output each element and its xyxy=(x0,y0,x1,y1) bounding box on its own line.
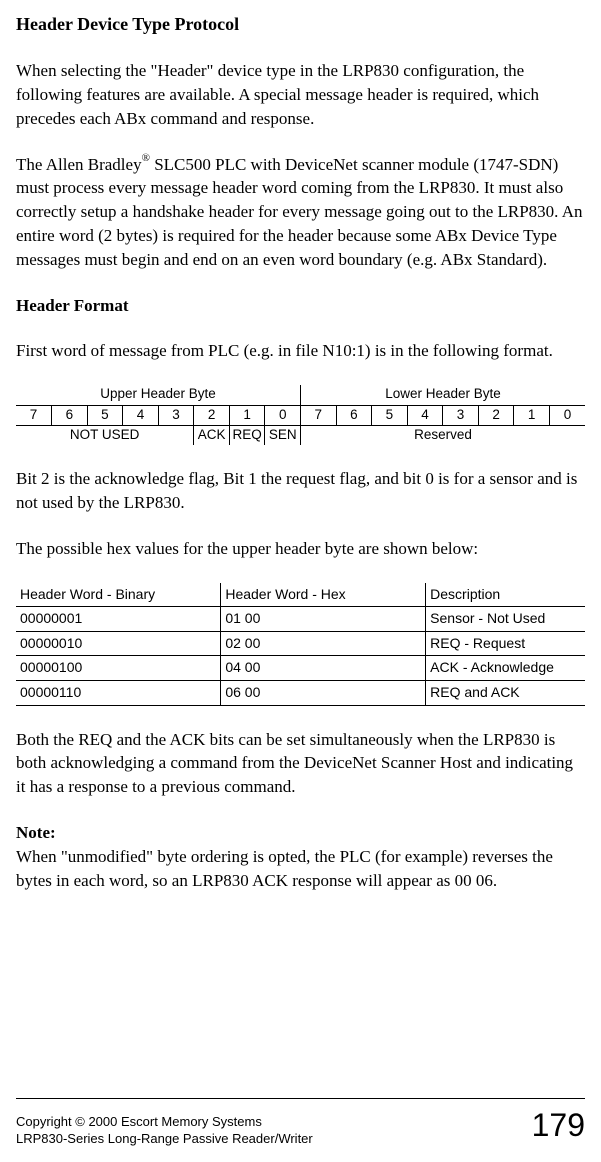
bit-layout-table: Upper Header Byte Lower Header Byte 7 6 … xyxy=(16,385,585,445)
bit-cell: 2 xyxy=(478,405,514,425)
table-row: 7 6 5 4 3 2 1 0 7 6 5 4 3 2 1 0 xyxy=(16,405,585,425)
lower-header-byte-label: Lower Header Byte xyxy=(301,385,586,405)
bit-cell: 3 xyxy=(158,405,194,425)
bit-cell: 4 xyxy=(407,405,443,425)
copyright-line: Copyright © 2000 Escort Memory Systems xyxy=(16,1113,313,1131)
cell-binary: 00000110 xyxy=(16,680,221,705)
paragraph-intro: When selecting the "Header" device type … xyxy=(16,59,585,130)
bit-cell: 5 xyxy=(372,405,408,425)
cell-hex: 04 00 xyxy=(221,656,426,681)
cell-binary: 00000010 xyxy=(16,631,221,656)
cell-description: ACK - Acknowledge xyxy=(426,656,585,681)
cell-binary: 00000001 xyxy=(16,607,221,632)
paragraph-first-word: First word of message from PLC (e.g. in … xyxy=(16,339,585,363)
table-row: NOT USED ACK REQ SEN Reserved xyxy=(16,425,585,445)
table-row: 00000110 06 00 REQ and ACK xyxy=(16,680,585,705)
bit-cell: 6 xyxy=(52,405,88,425)
cell-hex: 06 00 xyxy=(221,680,426,705)
para2-part-a: The Allen Bradley xyxy=(16,155,142,174)
cell-binary: 00000100 xyxy=(16,656,221,681)
bit-cell: 5 xyxy=(87,405,123,425)
table-row: 00000010 02 00 REQ - Request xyxy=(16,631,585,656)
paragraph-hex-intro: The possible hex values for the upper he… xyxy=(16,537,585,561)
hex-values-table: Header Word - Binary Header Word - Hex D… xyxy=(16,583,585,706)
bit-cell: 6 xyxy=(336,405,372,425)
paragraph-bit-description: Bit 2 is the acknowledge flag, Bit 1 the… xyxy=(16,467,585,515)
sen-label: SEN xyxy=(265,425,301,445)
column-header-binary: Header Word - Binary xyxy=(16,583,221,607)
bit-cell: 1 xyxy=(514,405,550,425)
bit-cell: 4 xyxy=(123,405,159,425)
cell-description: REQ - Request xyxy=(426,631,585,656)
cell-description: Sensor - Not Used xyxy=(426,607,585,632)
bit-cell: 7 xyxy=(301,405,337,425)
cell-hex: 01 00 xyxy=(221,607,426,632)
table-row: Header Word - Binary Header Word - Hex D… xyxy=(16,583,585,607)
reserved-label: Reserved xyxy=(301,425,586,445)
bit-cell: 3 xyxy=(443,405,479,425)
product-line: LRP830-Series Long-Range Passive Reader/… xyxy=(16,1130,313,1148)
table-row: Upper Header Byte Lower Header Byte xyxy=(16,385,585,405)
bit-cell: 0 xyxy=(265,405,301,425)
page-footer: Copyright © 2000 Escort Memory Systems L… xyxy=(16,1098,585,1148)
section-title: Header Device Type Protocol xyxy=(16,12,585,37)
not-used-label: NOT USED xyxy=(16,425,194,445)
bit-cell: 2 xyxy=(194,405,230,425)
ack-label: ACK xyxy=(194,425,230,445)
paragraph-req-ack-simultaneous: Both the REQ and the ACK bits can be set… xyxy=(16,728,585,799)
page-number: 179 xyxy=(532,1103,585,1148)
bit-cell: 7 xyxy=(16,405,52,425)
req-label: REQ xyxy=(229,425,265,445)
subsection-title-header-format: Header Format xyxy=(16,294,585,318)
upper-header-byte-label: Upper Header Byte xyxy=(16,385,301,405)
column-header-description: Description xyxy=(426,583,585,607)
registered-symbol: ® xyxy=(142,152,150,164)
paragraph-allen-bradley: The Allen Bradley® SLC500 PLC with Devic… xyxy=(16,153,585,272)
note-body: When "unmodified" byte ordering is opted… xyxy=(16,845,585,893)
cell-hex: 02 00 xyxy=(221,631,426,656)
cell-description: REQ and ACK xyxy=(426,680,585,705)
column-header-hex: Header Word - Hex xyxy=(221,583,426,607)
table-row: 00000100 04 00 ACK - Acknowledge xyxy=(16,656,585,681)
bit-cell: 1 xyxy=(229,405,265,425)
footer-left: Copyright © 2000 Escort Memory Systems L… xyxy=(16,1113,313,1148)
bit-cell: 0 xyxy=(549,405,585,425)
note-label: Note: xyxy=(16,821,585,845)
table-row: 00000001 01 00 Sensor - Not Used xyxy=(16,607,585,632)
